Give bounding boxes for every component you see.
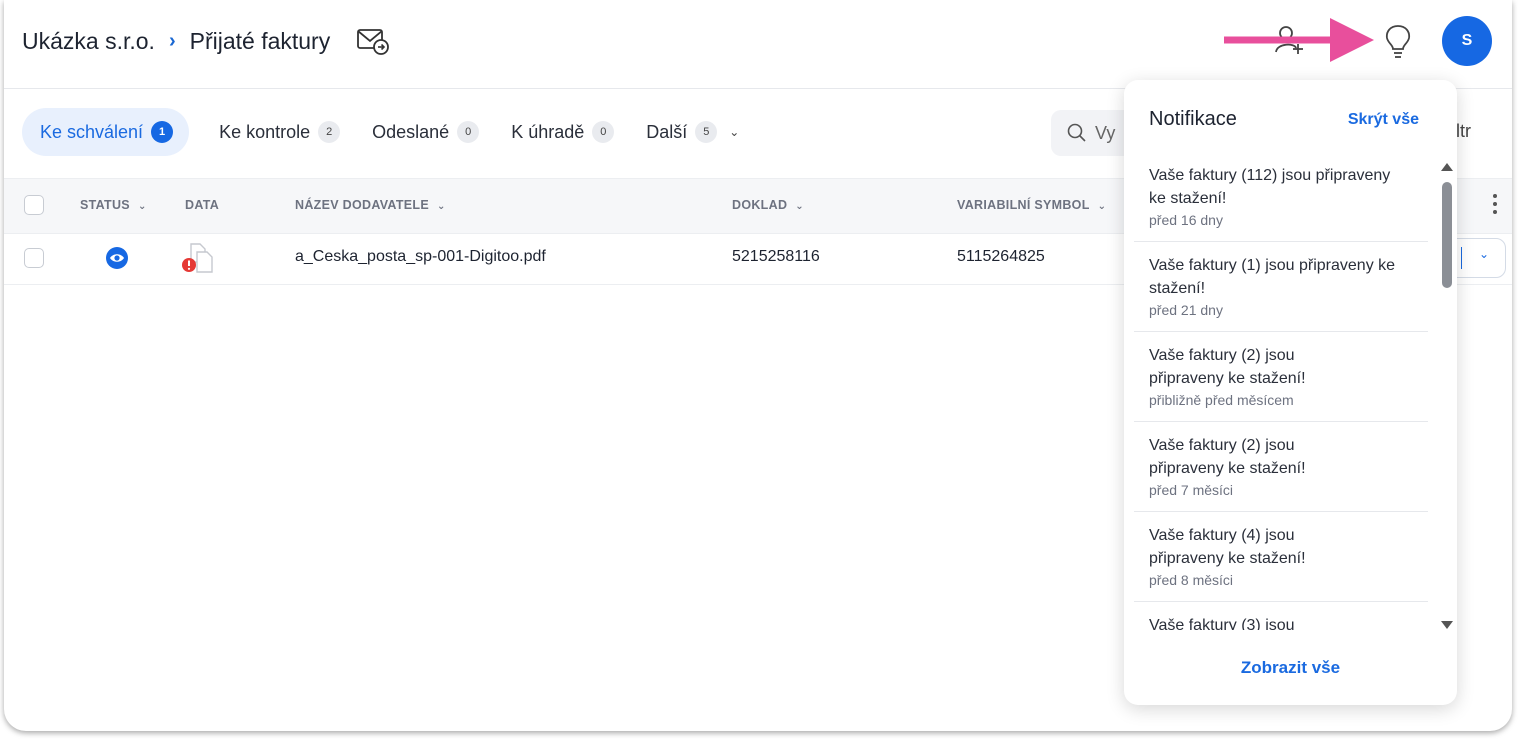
notification-item[interactable]: Vaše faktury (112) jsou připraveny ke st… [1134,152,1428,242]
notification-item[interactable]: Vaše faktury (2) jsou připraveny ke staž… [1134,422,1428,512]
breadcrumb-separator: › [168,29,176,52]
avatar[interactable]: S [1442,16,1492,66]
tab-label: Odeslané [372,121,450,142]
hide-all-button[interactable]: Skrýt vše [1348,111,1419,129]
notification-panel: Notifikace Skrýt vše Vaše faktury (112) … [1124,80,1457,705]
scrollbar-thumb[interactable] [1442,182,1452,288]
tab-count-badge: 0 [457,121,480,143]
column-document[interactable]: DOKLAD ⌄ [732,198,804,212]
tab-dalsi[interactable]: Další 5 ⌄ [630,108,755,156]
notification-item[interactable]: Vaše faktury (2) jsou připraveny ke staž… [1134,332,1428,422]
lightbulb-icon[interactable] [1384,24,1412,60]
chevron-down-icon: ⌄ [729,125,740,139]
scroll-down-icon[interactable] [1441,621,1453,629]
document-number: 5215258116 [732,248,820,265]
pointer-arrow-icon [1224,18,1374,62]
search-placeholder: Vy [1095,122,1116,143]
notification-message: Vaše faktury (3) jsou [1149,617,1295,630]
notification-item[interactable]: Vaše faktury (1) jsou připraveny ke staž… [1134,242,1428,332]
status-tabs: Ke schválení 1 Ke kontrole 2 Odeslané 0 … [22,108,755,156]
notification-item[interactable]: Vaše faktury (4) jsou připraveny ke staž… [1134,512,1428,602]
notification-time: před 7 měsíci [1149,482,1234,498]
more-vertical-icon[interactable] [1492,193,1498,215]
notification-message: Vaše faktury (112) jsou připraveny ke st… [1149,167,1391,207]
filter-button[interactable]: ltr [1456,121,1471,142]
tab-label: Další [646,121,688,142]
supplier-name: a_Ceska_posta_sp-001-Digitoo.pdf [295,248,546,265]
search-icon [1067,123,1086,142]
notification-title: Notifikace [1149,108,1237,130]
column-data[interactable]: DATA [185,198,219,212]
tab-label: Ke kontrole [219,121,311,142]
tab-label: Ke schválení [40,121,144,142]
tab-count-badge: 0 [592,121,615,143]
tab-count-badge: 5 [695,121,718,143]
row-checkbox[interactable] [24,248,44,268]
notification-time: před 16 dny [1149,212,1223,228]
notification-list[interactable]: Vaše faktury (112) jsou připraveny ke st… [1134,152,1428,630]
notification-message: Vaše faktury (1) jsou připraveny ke staž… [1149,257,1396,297]
chevron-down-icon: ⌄ [1479,247,1490,261]
mail-forward-icon[interactable] [356,26,390,56]
page-title: Přijaté faktury [189,27,331,54]
column-variable-symbol[interactable]: VARIABILNÍ SYMBOL ⌄ [957,198,1106,212]
app-window: Ukázka s.r.o. › Přijaté faktury S Ke sch… [4,0,1512,731]
breadcrumb: Ukázka s.r.o. › Přijaté faktury [22,26,390,56]
select-all-checkbox[interactable] [24,195,44,215]
tab-ke-kontrole[interactable]: Ke kontrole 2 [203,108,356,156]
tab-count-badge: 1 [151,121,174,143]
scroll-up-icon[interactable] [1441,163,1453,171]
notification-message: Vaše faktury (2) jsou připraveny ke staž… [1149,437,1306,477]
document-error-icon [182,243,213,273]
tab-ke-schvaleni[interactable]: Ke schválení 1 [22,108,190,156]
page-header: Ukázka s.r.o. › Přijaté faktury S [4,0,1512,89]
variable-symbol: 5115264825 [957,248,1045,265]
breadcrumb-company[interactable]: Ukázka s.r.o. [22,28,155,55]
notification-message: Vaše faktury (4) jsou připraveny ke staž… [1149,527,1306,567]
tab-count-badge: 2 [318,121,341,143]
column-supplier[interactable]: NÁZEV DODAVATELE ⌄ [295,198,446,212]
notification-message: Vaše faktury (2) jsou připraveny ke staž… [1149,347,1306,387]
notification-item[interactable]: Vaše faktury (3) jsou [1134,602,1428,630]
tab-label: K úhradě [511,121,585,142]
show-all-button[interactable]: Zobrazit vše [1124,658,1457,678]
eye-status-icon [106,247,128,269]
column-status[interactable]: STATUS ⌄ [80,198,147,212]
notification-time: přibližně před měsícem [1149,392,1294,408]
notification-time: před 21 dny [1149,302,1223,318]
tab-k-uhrade[interactable]: K úhradě 0 [495,108,630,156]
notification-time: před 8 měsíci [1149,572,1234,588]
tab-odeslane[interactable]: Odeslané 0 [356,108,495,156]
